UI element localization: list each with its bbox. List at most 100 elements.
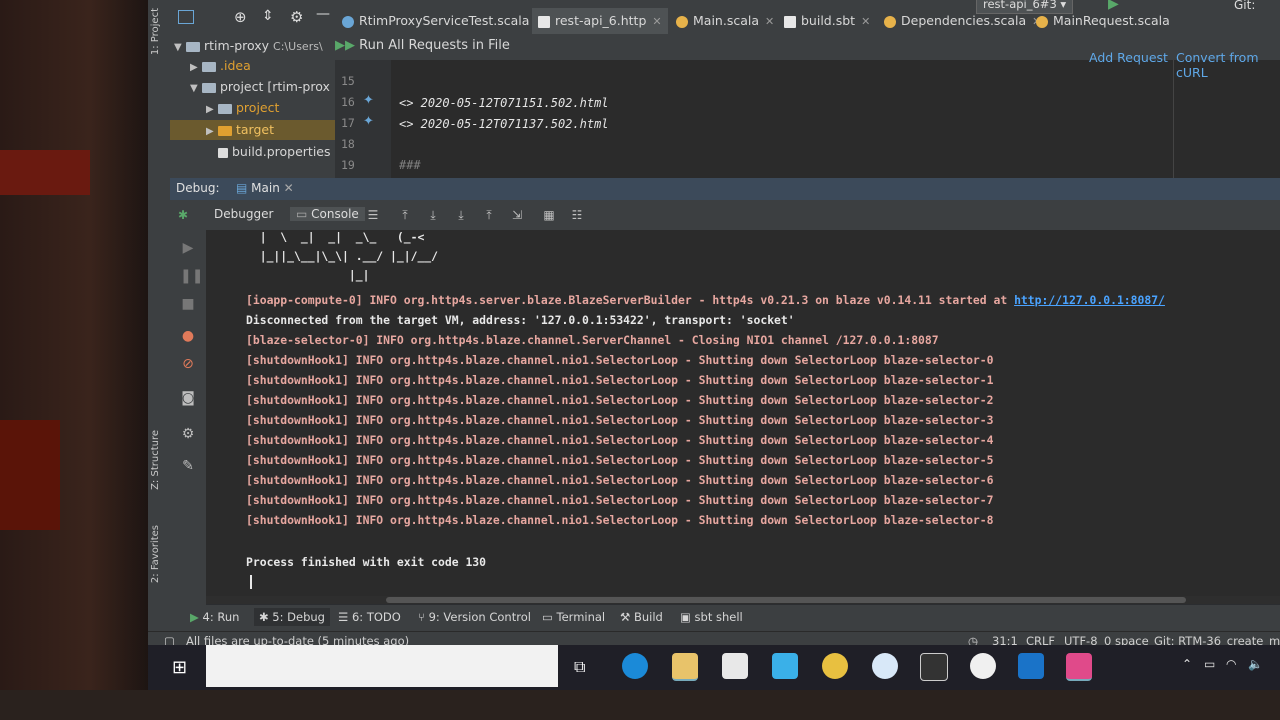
tree-item-project-module[interactable]: ▼ project [rtim-prox bbox=[190, 77, 330, 97]
server-url-link[interactable]: http://127.0.0.1:8087/ bbox=[1014, 293, 1165, 307]
console-scrollbar[interactable] bbox=[206, 596, 1280, 604]
console-tab[interactable]: ▭ Console bbox=[290, 207, 365, 221]
stop-icon[interactable]: ■ bbox=[180, 296, 196, 312]
scala-object-icon bbox=[676, 15, 688, 28]
chrome-icon[interactable] bbox=[822, 653, 848, 679]
debug-panel-header: Debug: ▤ Main ✕ bbox=[170, 178, 1280, 200]
close-icon[interactable]: ✕ bbox=[765, 15, 774, 28]
wifi-icon[interactable]: ◠ bbox=[1226, 657, 1236, 671]
bug-icon[interactable]: ✱ bbox=[176, 208, 190, 222]
run-all-requests-button[interactable]: ▶▶ Run All Requests in File bbox=[335, 38, 510, 53]
windows-start-icon[interactable]: ⊞ bbox=[172, 657, 187, 678]
run-request-icon[interactable]: ✦ bbox=[363, 114, 374, 129]
right-margin-guide bbox=[1173, 60, 1174, 178]
view-breakpoints-icon[interactable]: ● bbox=[180, 328, 196, 344]
run-all-icon: ▶▶ bbox=[335, 38, 360, 53]
run-to-cursor-icon[interactable]: ⇲ bbox=[510, 208, 524, 222]
pause-icon[interactable]: ❚❚ bbox=[180, 268, 203, 284]
response-link[interactable]: <> 2020-05-12T071151.502.html bbox=[399, 96, 609, 110]
tab-sbt-shell[interactable]: ▣ sbt shell bbox=[680, 610, 743, 624]
layout-icon[interactable] bbox=[178, 10, 194, 24]
tree-item-root[interactable]: ▼ rtim-proxy C:\Users\ bbox=[174, 36, 323, 56]
tab-build-sbt[interactable]: build.sbt ✕ bbox=[784, 8, 870, 34]
tab-rest-api-http[interactable]: rest-api_6.http ✕ bbox=[532, 8, 668, 36]
pin-icon[interactable]: ✎ bbox=[180, 458, 196, 474]
bottom-toolwindow-bar: ▶ 4: Run ✱ 5: Debug ☰ 6: TODO ⑂ 9: Versi… bbox=[148, 605, 1280, 631]
resume-icon[interactable]: ▶ bbox=[180, 240, 196, 256]
show-execution-point-icon[interactable]: ⤒ bbox=[398, 208, 412, 222]
photo-background-bottom bbox=[0, 690, 1280, 720]
folder-icon bbox=[202, 82, 216, 93]
project-toolwindow-tab[interactable]: 1: Project bbox=[150, 8, 168, 55]
tree-item-target[interactable]: ▶ target bbox=[170, 120, 335, 140]
store-icon[interactable] bbox=[722, 653, 748, 679]
response-link[interactable]: <> 2020-05-12T071137.502.html bbox=[399, 117, 609, 131]
log-line-shutdown: [shutdownHook1] INFO org.http4s.blaze.ch… bbox=[246, 413, 994, 427]
convert-from-curl-button[interactable]: Convert from cURL bbox=[1176, 50, 1280, 80]
tab-terminal[interactable]: ▭ Terminal bbox=[542, 610, 605, 624]
run-icon[interactable]: ▶ bbox=[1108, 0, 1119, 12]
close-icon[interactable]: ✕ bbox=[861, 15, 870, 28]
edge-icon[interactable] bbox=[622, 653, 648, 679]
left-tool-strip: 1: Project Z: Structure 2: Favorites bbox=[148, 0, 171, 645]
app-icon[interactable] bbox=[970, 653, 996, 679]
tab-main-scala[interactable]: Main.scala ✕ bbox=[676, 8, 774, 34]
tab-debug[interactable]: ✱ 5: Debug bbox=[254, 608, 330, 626]
chat-icon[interactable] bbox=[872, 653, 898, 679]
taskbar-search-box[interactable] bbox=[206, 645, 558, 687]
mute-breakpoints-icon[interactable]: ⊘ bbox=[180, 356, 196, 372]
tab-build[interactable]: ⚒ Build bbox=[620, 610, 663, 624]
run-request-icon[interactable]: ✦ bbox=[363, 93, 374, 108]
close-icon[interactable]: ✕ bbox=[284, 181, 294, 195]
run-config-selector[interactable]: rest-api_6#3 ▾ bbox=[976, 0, 1074, 14]
target-icon[interactable]: ⊕ bbox=[234, 8, 247, 26]
debug-session-tab[interactable]: ▤ Main ✕ bbox=[236, 181, 294, 195]
tab-todo[interactable]: ☰ 6: TODO bbox=[338, 610, 401, 624]
terminal-icon: ▭ bbox=[542, 610, 553, 624]
trace-icon[interactable]: ☷ bbox=[570, 208, 584, 222]
tab-run[interactable]: ▶ 4: Run bbox=[190, 610, 239, 624]
tree-item-project[interactable]: ▶ project bbox=[206, 98, 279, 118]
mail-icon[interactable] bbox=[772, 653, 798, 679]
list-icon: ☰ bbox=[338, 610, 349, 624]
log-line-shutdown: [shutdownHook1] INFO org.http4s.blaze.ch… bbox=[246, 373, 994, 387]
debugger-tab[interactable]: Debugger bbox=[214, 207, 273, 221]
console-output[interactable]: | \ _| _| _\_ (_-< |_||_\__|\_\| .__/ |_… bbox=[206, 230, 1280, 600]
step-out-icon[interactable]: ⤒ bbox=[482, 208, 496, 222]
evaluate-icon[interactable]: ▦ bbox=[542, 208, 556, 222]
photo-background-red-lower bbox=[0, 420, 60, 530]
outlook-icon[interactable] bbox=[1018, 653, 1044, 679]
close-icon[interactable]: ✕ bbox=[652, 15, 661, 28]
collapse-icon[interactable]: ⇕ bbox=[262, 8, 274, 24]
tree-item-build-properties[interactable]: build.properties bbox=[218, 142, 331, 162]
add-request-button[interactable]: Add Request bbox=[1089, 50, 1168, 65]
tab-version-control[interactable]: ⑂ 9: Version Control bbox=[418, 610, 531, 624]
tray-chevron-icon[interactable]: ⌃ bbox=[1182, 657, 1192, 671]
intellij-icon[interactable] bbox=[1066, 653, 1092, 681]
hide-icon[interactable]: — bbox=[316, 6, 330, 22]
hammer-icon: ⚒ bbox=[620, 610, 631, 624]
tab-rtim-proxy-service-test[interactable]: RtimProxyServiceTest.scala✕ bbox=[342, 8, 545, 34]
scrollbar-thumb[interactable] bbox=[386, 597, 1186, 603]
step-over-icon[interactable]: ⤓ bbox=[426, 208, 440, 222]
battery-icon[interactable]: ▭ bbox=[1204, 657, 1215, 671]
structure-toolwindow-tab[interactable]: Z: Structure bbox=[150, 430, 168, 490]
file-icon bbox=[218, 147, 228, 158]
settings-icon[interactable]: ⚙ bbox=[180, 426, 196, 442]
task-view-icon[interactable]: ⧉ bbox=[574, 657, 585, 677]
folder-icon bbox=[202, 61, 216, 72]
step-into-icon[interactable]: ⤓ bbox=[454, 208, 468, 222]
sbt-file-icon bbox=[784, 15, 796, 28]
tree-item-idea[interactable]: ▶ .idea bbox=[190, 56, 251, 76]
volume-icon[interactable]: 🔈 bbox=[1248, 657, 1263, 671]
file-explorer-icon[interactable] bbox=[672, 653, 698, 681]
log-line-closing: [blaze-selector-0] INFO org.http4s.blaze… bbox=[246, 333, 939, 347]
scala-class-icon bbox=[1036, 15, 1048, 28]
menu-icon[interactable]: ☰ bbox=[366, 208, 380, 222]
gear-icon[interactable]: ⚙ bbox=[290, 8, 303, 26]
request-separator: ### bbox=[399, 158, 421, 172]
folder-icon bbox=[218, 103, 232, 114]
terminal-app-icon[interactable] bbox=[920, 653, 948, 681]
camera-icon[interactable]: ◙ bbox=[180, 390, 196, 406]
favorites-toolwindow-tab[interactable]: 2: Favorites bbox=[150, 525, 168, 583]
